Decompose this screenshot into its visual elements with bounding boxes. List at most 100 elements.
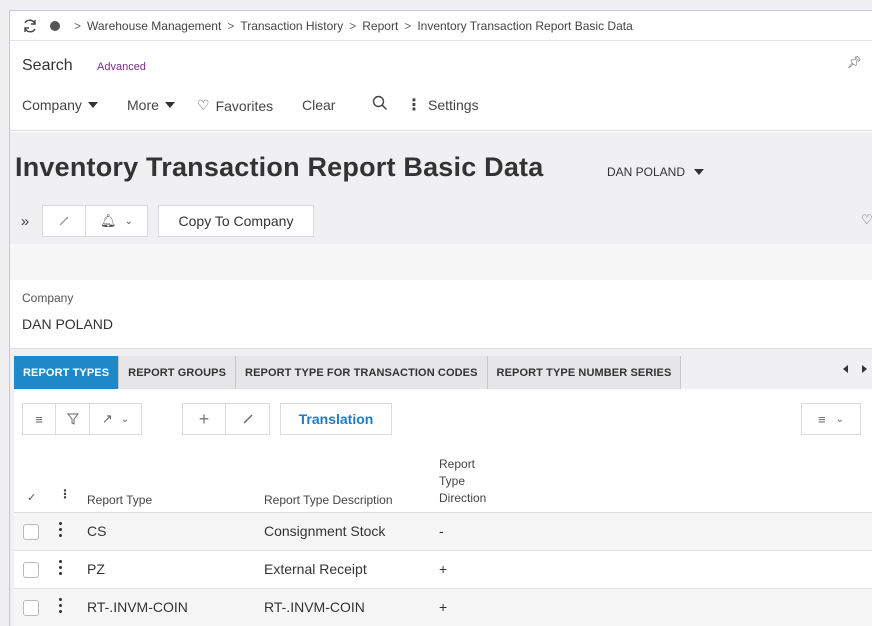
tab-report-groups[interactable]: REPORT GROUPS: [119, 356, 237, 389]
clear-button[interactable]: Clear: [302, 97, 335, 113]
column-header-report-type[interactable]: Report Type: [87, 493, 152, 507]
cell-report-type: RT-.INVM-COIN: [87, 599, 188, 615]
company-selector-label: DAN POLAND: [607, 165, 686, 179]
column-header-description[interactable]: Report Type Description: [264, 493, 393, 507]
select-all-check-icon[interactable]: ✓: [27, 491, 36, 504]
company-field-value: DAN POLAND: [22, 316, 114, 332]
page-title: Inventory Transaction Report Basic Data: [15, 152, 544, 182]
row-checkbox[interactable]: [23, 524, 39, 540]
bell-icon: 🔔︎: [100, 213, 117, 228]
table-row[interactable]: PZ External Receipt +: [14, 551, 872, 589]
edit-row-button[interactable]: [226, 403, 270, 435]
tab-bar: REPORT TYPES REPORT GROUPS REPORT TYPE F…: [14, 356, 682, 389]
tab-report-types[interactable]: REPORT TYPES: [14, 356, 120, 389]
caret-down-icon: [164, 102, 175, 108]
export-dropdown-button[interactable]: ↗ ⌄: [90, 403, 142, 435]
chevron-down-icon: ⌄: [120, 413, 130, 425]
caret-down-icon: [87, 102, 98, 108]
column-header-direction[interactable]: Report Type Direction: [439, 456, 486, 507]
chevron-right-icon: >: [404, 18, 412, 33]
filter-button[interactable]: [56, 403, 90, 435]
chevron-right-icon: >: [74, 18, 82, 33]
row-checkbox[interactable]: [23, 562, 39, 578]
notifications-dropdown-button[interactable]: 🔔︎ ⌄: [86, 205, 148, 237]
breadcrumb-item-warehouse[interactable]: Warehouse Management: [87, 19, 221, 33]
app-frame: > Warehouse Management > Transaction His…: [9, 10, 872, 626]
heart-icon: ♡: [197, 97, 210, 113]
search-panel: Search Advanced 📌︎: [10, 41, 872, 131]
row-checkbox[interactable]: [23, 600, 39, 616]
settings-button[interactable]: Settings: [428, 97, 479, 113]
cell-direction: +: [439, 561, 448, 577]
pencil-icon: [59, 216, 69, 226]
list-icon: ≡: [35, 411, 43, 427]
company-field: Company DAN POLAND: [10, 280, 872, 348]
search-icon-button[interactable]: [372, 95, 388, 111]
tab-scroll-right-icon[interactable]: [862, 365, 867, 373]
company-selector[interactable]: DAN POLAND: [607, 165, 705, 179]
header-kebab-icon[interactable]: ⋮: [59, 487, 71, 501]
column-header-direction-line: Report: [439, 457, 476, 471]
search-title: Search: [22, 57, 73, 74]
page-header: Inventory Transaction Report Basic Data …: [10, 132, 872, 244]
list-view-button[interactable]: ≡: [22, 403, 56, 435]
report-types-grid: ≡ ↗ ⌄ + Translation ≡ ⌄ ✓ ⋮ Report Type …: [14, 389, 872, 626]
settings-label: Settings: [428, 97, 479, 113]
tab-scroll-nav: [843, 365, 867, 373]
breadcrumb-item-current: Inventory Transaction Report Basic Data: [417, 18, 633, 33]
grid-toolbar-edit: +: [182, 403, 270, 435]
grid-toolbar-translation: Translation: [280, 403, 392, 435]
chevron-right-icon: >: [227, 18, 235, 33]
row-kebab-icon[interactable]: [59, 560, 63, 575]
row-density-dropdown[interactable]: ≡ ⌄: [801, 403, 861, 435]
tab-report-type-for-transaction-codes[interactable]: REPORT TYPE FOR TRANSACTION CODES: [236, 356, 488, 389]
chevron-down-icon: ⌄: [124, 215, 133, 227]
company-filter-label: Company: [22, 97, 82, 113]
search-icon: [372, 95, 388, 111]
favorites-button[interactable]: ♡ Favorites: [197, 97, 273, 114]
edit-button[interactable]: [42, 205, 86, 237]
more-filter-label: More: [127, 97, 159, 113]
caret-down-icon: [694, 169, 705, 175]
breadcrumb-item-transaction-history[interactable]: Transaction History: [240, 19, 343, 33]
tab-scroll-left-icon[interactable]: [843, 365, 848, 373]
translation-button[interactable]: Translation: [280, 403, 392, 435]
company-field-label: Company: [22, 291, 74, 305]
favorites-label: Favorites: [215, 97, 274, 114]
cell-direction: +: [439, 599, 448, 615]
company-filter-button[interactable]: Company: [22, 97, 98, 113]
export-icon: ↗: [101, 411, 113, 426]
breadcrumb-item-report[interactable]: Report: [362, 19, 398, 33]
table-row[interactable]: CS Consignment Stock -: [14, 513, 872, 551]
plus-icon: +: [198, 408, 210, 429]
row-kebab-icon[interactable]: [59, 522, 63, 537]
pin-icon[interactable]: 📌︎: [847, 55, 862, 69]
tabs-area: REPORT TYPES REPORT GROUPS REPORT TYPE F…: [10, 348, 872, 626]
column-header-direction-line: Type: [439, 474, 466, 488]
tab-report-type-number-series[interactable]: REPORT TYPE NUMBER SERIES: [487, 356, 682, 389]
header-spacer: [10, 244, 872, 280]
column-header-direction-line: Direction: [439, 491, 487, 505]
row-kebab-icon[interactable]: [59, 598, 63, 613]
status-dot-icon: [50, 20, 60, 31]
density-icon: ≡: [818, 411, 826, 427]
chevron-right-icon: >: [349, 18, 357, 33]
advanced-search-link[interactable]: Advanced: [97, 61, 146, 73]
cell-description: RT-.INVM-COIN: [264, 599, 365, 615]
refresh-icon[interactable]: [22, 18, 38, 34]
grid-header: ✓ ⋮ Report Type Report Type Description …: [14, 451, 872, 513]
more-filter-button[interactable]: More: [127, 97, 175, 113]
table-row[interactable]: RT-.INVM-COIN RT-.INVM-COIN +: [14, 589, 872, 626]
heart-icon[interactable]: ♡: [861, 212, 872, 228]
add-button[interactable]: +: [182, 403, 226, 435]
cell-report-type: PZ: [87, 561, 105, 577]
cell-direction: -: [439, 523, 444, 539]
copy-to-company-button[interactable]: Copy To Company: [158, 205, 314, 237]
page-toolbar: » 🔔︎ ⌄ Copy To Company: [10, 204, 314, 238]
expand-double-chevron-icon[interactable]: »: [10, 205, 40, 237]
filter-icon: [66, 413, 79, 425]
pencil-icon: [243, 414, 252, 424]
cell-description: Consignment Stock: [264, 523, 386, 539]
grid-toolbar-left: ≡ ↗ ⌄: [22, 403, 142, 435]
kebab-menu-icon[interactable]: ⋮: [406, 95, 422, 115]
